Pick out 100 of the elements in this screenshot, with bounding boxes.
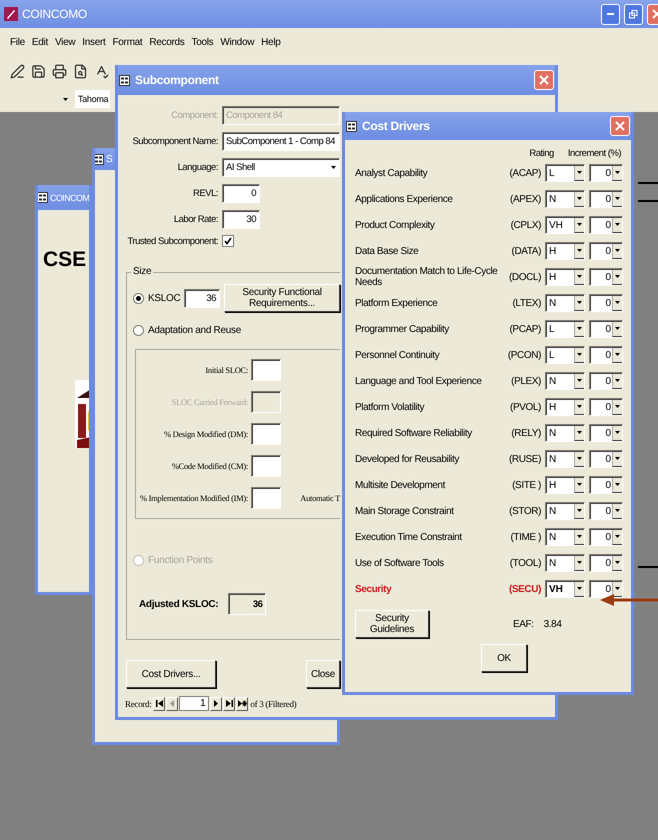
- print-icon[interactable]: [52, 64, 67, 78]
- preview-icon[interactable]: [73, 64, 88, 78]
- increment-select[interactable]: 0: [589, 424, 623, 442]
- increment-select[interactable]: 0: [589, 216, 623, 234]
- pen-icon[interactable]: [10, 64, 25, 78]
- menu-item[interactable]: Tools: [192, 36, 214, 48]
- previous-record-button[interactable]: [166, 696, 178, 710]
- menu-item[interactable]: File: [10, 36, 25, 48]
- rating-select[interactable]: L: [545, 346, 585, 364]
- increment-select[interactable]: 0: [589, 554, 623, 572]
- increment-select[interactable]: 0: [589, 580, 623, 598]
- minimize-button[interactable]: [601, 4, 620, 24]
- close-button[interactable]: [534, 70, 554, 90]
- menu-item[interactable]: Help: [261, 36, 281, 48]
- menu-item[interactable]: Edit: [32, 36, 48, 48]
- form-icon: [95, 154, 104, 164]
- increment-select[interactable]: 0: [589, 502, 623, 520]
- text-field[interactable]: SubComponent 1 - Comp 84: [222, 132, 340, 150]
- text-field[interactable]: [251, 359, 281, 381]
- window-title: Cost Drivers: [362, 119, 430, 133]
- security-guidelines-button[interactable]: Security Guidelines: [355, 610, 429, 638]
- rating-select[interactable]: N: [545, 294, 585, 312]
- increment-select[interactable]: 0: [589, 398, 623, 416]
- radio-button[interactable]: [133, 324, 144, 336]
- font-box[interactable]: Tahoma: [75, 90, 110, 108]
- text-field[interactable]: [251, 455, 281, 477]
- first-record-button[interactable]: [153, 696, 166, 710]
- dropdown-field[interactable]: AI Shell: [222, 158, 340, 176]
- rating-select[interactable]: N: [545, 528, 585, 546]
- column-header: Rating: [529, 148, 554, 158]
- rating-select[interactable]: N: [545, 372, 585, 390]
- next-record-button[interactable]: [210, 696, 222, 710]
- record-field[interactable]: 1: [179, 696, 210, 711]
- close-button[interactable]: [610, 116, 630, 136]
- rating-select[interactable]: N: [545, 424, 585, 442]
- last-record-button[interactable]: [223, 696, 236, 710]
- rating-select[interactable]: N: [545, 554, 585, 572]
- caret-icon: [577, 561, 582, 564]
- save-icon[interactable]: [31, 64, 46, 78]
- menu-item[interactable]: View: [54, 36, 76, 48]
- number-field[interactable]: 36: [184, 288, 220, 308]
- rating-select[interactable]: VH: [545, 580, 585, 598]
- driver-code: (APEX): [509, 194, 541, 204]
- rating-select[interactable]: N: [545, 502, 585, 520]
- rating-select[interactable]: N: [545, 190, 585, 208]
- rating-select[interactable]: H: [545, 268, 585, 286]
- increment-select[interactable]: 0: [589, 190, 623, 208]
- record-count: of 3 (Filtered): [249, 698, 298, 708]
- driver-name: Main Storage Constraint: [355, 506, 455, 516]
- field-label: Component:: [170, 110, 218, 120]
- rating-select[interactable]: H: [545, 242, 585, 260]
- spell-check-icon[interactable]: [94, 64, 109, 78]
- app-title: COINCOMO: [22, 7, 87, 21]
- rating-select[interactable]: N: [545, 450, 585, 468]
- close-button[interactable]: Close: [306, 660, 340, 688]
- radio-label: KSLOC: [148, 292, 180, 304]
- increment-select[interactable]: 0: [589, 528, 623, 546]
- new-record-button[interactable]: [236, 696, 248, 710]
- increment-select[interactable]: 0: [589, 268, 623, 286]
- menu-item[interactable]: Window: [220, 36, 254, 48]
- caret-icon: [615, 561, 620, 564]
- caret-icon: [577, 483, 582, 486]
- caret-icon: [577, 405, 582, 408]
- rating-select[interactable]: L: [545, 164, 585, 182]
- menu-item[interactable]: Insert: [82, 36, 106, 48]
- increment-select[interactable]: 0: [589, 320, 623, 338]
- rating-select[interactable]: H: [545, 398, 585, 416]
- driver-name: Multisite Development: [355, 480, 446, 490]
- increment-select[interactable]: 0: [589, 372, 623, 390]
- menu-item[interactable]: Format: [112, 36, 142, 48]
- menu-item[interactable]: Records: [149, 36, 184, 48]
- ok-button[interactable]: OK: [481, 644, 527, 672]
- cost-drivers-button[interactable]: Cost Drivers...: [126, 660, 216, 688]
- number-field[interactable]: 30: [222, 210, 260, 228]
- increment-select[interactable]: 0: [589, 242, 623, 260]
- value-field: 36: [228, 593, 266, 615]
- close-icon: [615, 121, 625, 131]
- security-requirements-button[interactable]: Security Functional Requirements...: [224, 284, 340, 312]
- caret-icon: [577, 327, 582, 330]
- rating-select[interactable]: VH: [545, 216, 585, 234]
- increment-select[interactable]: 0: [589, 164, 623, 182]
- driver-code: (LTEX): [511, 298, 541, 308]
- increment-select[interactable]: 0: [589, 476, 623, 494]
- field-label: Language:: [176, 162, 218, 172]
- record-label: Record:: [124, 698, 152, 708]
- text-field[interactable]: [251, 487, 281, 509]
- increment-select[interactable]: 0: [589, 346, 623, 364]
- increment-select[interactable]: 0: [589, 450, 623, 468]
- number-field[interactable]: 0: [222, 184, 260, 202]
- caret-icon: [577, 535, 582, 538]
- checkbox[interactable]: [222, 235, 234, 247]
- increment-select[interactable]: 0: [589, 294, 623, 312]
- rating-select[interactable]: L: [545, 320, 585, 338]
- caret-icon: [577, 457, 582, 460]
- text-field[interactable]: [251, 423, 281, 445]
- caret-icon: [577, 509, 582, 512]
- eaf-label: EAF:: [513, 618, 534, 630]
- radio-button[interactable]: [133, 292, 144, 304]
- restore-button[interactable]: [624, 4, 643, 24]
- rating-select[interactable]: H: [545, 476, 585, 494]
